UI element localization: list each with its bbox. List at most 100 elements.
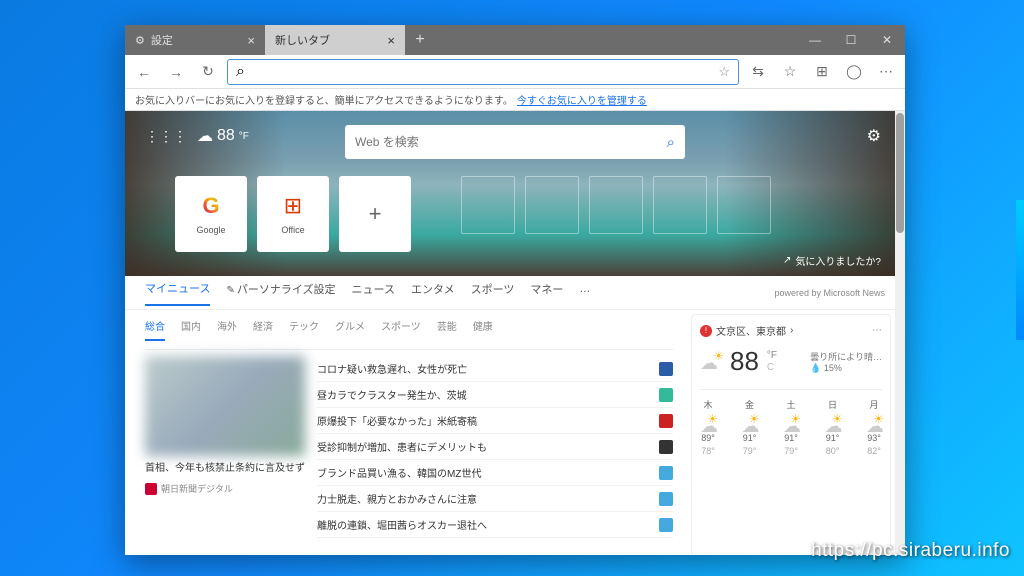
tile-empty[interactable] — [525, 176, 579, 234]
scrollbar[interactable] — [895, 111, 905, 555]
minimize-button[interactable]: — — [797, 25, 833, 55]
weather-temp: 88 — [730, 346, 759, 377]
nav-news[interactable]: ニュース — [352, 281, 395, 305]
browser-window: ⚙ 設定 × 新しいタブ × + — ☐ ✕ ← → ↻ ⌕ ☆ — [125, 25, 905, 555]
weather-card[interactable]: ! 文京区、東京都 › ⋯ 88 °FC 曇り所により晴… 💧 15% — [691, 314, 891, 555]
nav-more[interactable]: … — [579, 283, 590, 303]
app-launcher-icon[interactable]: ⋮⋮⋮ — [145, 128, 187, 145]
favbar-manage-link[interactable]: 今すぐお気に入りを管理する — [517, 92, 647, 107]
more-button[interactable]: ⋯ — [873, 59, 899, 85]
tile-empty[interactable] — [653, 176, 707, 234]
forecast-day[interactable]: 金91°79° — [742, 398, 758, 456]
watermark: https://pc.siraberu.info — [811, 540, 1010, 562]
hero-feedback[interactable]: ↗ 気に入りましたか? — [783, 253, 881, 268]
headline-item[interactable]: 原爆投下「必要なかった」米紙寄稿 — [317, 408, 673, 434]
forecast-day[interactable]: 木89°78° — [700, 398, 716, 456]
headline-item[interactable]: コロナ疑い救急遅れ、女性が死亡 — [317, 356, 673, 382]
subtab-health[interactable]: 健康 — [473, 318, 493, 341]
maximize-button[interactable]: ☐ — [833, 25, 869, 55]
subtab-entertainment[interactable]: 芸能 — [437, 318, 457, 341]
nav-personalize[interactable]: ✎パーソナライズ設定 — [226, 281, 335, 305]
collections-button[interactable]: ⊞ — [809, 59, 835, 85]
tile-label: Google — [196, 225, 225, 235]
headline-item[interactable]: 力士脱走、親方とおかみさんに注意 — [317, 486, 673, 512]
tile-empty[interactable] — [589, 176, 643, 234]
feedback-label: 気に入りましたか? — [795, 253, 881, 268]
forward-button[interactable]: → — [163, 59, 189, 85]
headline-item[interactable]: 受診抑制が増加、患者にデメリットも — [317, 434, 673, 460]
subtab-world[interactable]: 海外 — [217, 318, 237, 341]
subtab-tech[interactable]: テック — [289, 318, 319, 341]
weather-mini[interactable]: ☁ 88 °F — [197, 126, 249, 146]
headline-item[interactable]: ブランド品買い漁る、韓国のMZ世代 — [317, 460, 673, 486]
nav-sports[interactable]: スポーツ — [471, 281, 515, 305]
headline-text: 力士脱走、親方とおかみさんに注意 — [317, 491, 477, 506]
source-badge — [659, 492, 673, 506]
address-bar[interactable]: ⌕ ☆ — [227, 59, 739, 85]
partly-cloudy-icon — [700, 351, 722, 373]
weather-units[interactable]: °FC — [767, 350, 777, 374]
headline-item[interactable]: 昼カラでクラスター発生か、茨城 — [317, 382, 673, 408]
weather-location[interactable]: 文京区、東京都 — [716, 323, 786, 338]
tab-newtab[interactable]: 新しいタブ × — [265, 25, 405, 55]
tile-office[interactable]: ⊞ Office — [257, 176, 329, 252]
headline-text: ブランド品買い漁る、韓国のMZ世代 — [317, 465, 481, 480]
subtab-economy[interactable]: 経済 — [253, 318, 273, 341]
hero-temp: 88 — [217, 127, 235, 145]
web-search-input[interactable] — [355, 135, 667, 149]
headline-text: 原爆投下「必要なかった」米紙寄稿 — [317, 413, 477, 428]
source-badge — [659, 440, 673, 454]
close-button[interactable]: ✕ — [869, 25, 905, 55]
new-tab-button[interactable]: + — [405, 25, 435, 55]
favorites-button[interactable]: ☆ — [777, 59, 803, 85]
forecast-day[interactable]: 日91°80° — [825, 398, 841, 456]
office-icon: ⊞ — [284, 193, 302, 219]
nav-money[interactable]: マネー — [530, 281, 563, 305]
headline-item[interactable]: 離脱の連鎖、堀田茜らオスカー退社へ — [317, 512, 673, 538]
featured-story[interactable]: 首相、今年も核禁止条約に言及せず 朝日新聞デジタル — [145, 356, 305, 538]
tile-google[interactable]: G Google — [175, 176, 247, 252]
subtab-all[interactable]: 総合 — [145, 318, 165, 341]
profile-button[interactable]: ◯ — [841, 59, 867, 85]
featured-source: 朝日新聞デジタル — [145, 482, 305, 495]
refresh-button[interactable]: ↻ — [195, 59, 221, 85]
subtab-gourmet[interactable]: グルメ — [335, 318, 365, 341]
chevron-right-icon: › — [790, 325, 793, 336]
close-icon[interactable]: × — [247, 33, 255, 48]
favorite-icon[interactable]: ☆ — [718, 64, 730, 80]
plus-icon: + — [369, 201, 382, 227]
tile-empty[interactable] — [717, 176, 771, 234]
day-label: 木 — [703, 398, 712, 411]
hero-banner: ⋮⋮⋮ ☁ 88 °F ⚙ ⌕ G Google — [125, 111, 905, 276]
hero-unit: °F — [239, 131, 249, 142]
favorites-bar: お気に入りバーにお気に入りを登録すると、簡単にアクセスできるようになります。 今… — [125, 89, 905, 111]
close-icon[interactable]: × — [387, 33, 395, 48]
toolbar: ← → ↻ ⌕ ☆ ⇆ ☆ ⊞ ◯ ⋯ — [125, 55, 905, 89]
scroll-thumb[interactable] — [896, 113, 904, 233]
low-temp: 79° — [743, 446, 757, 456]
extensions-button[interactable]: ⇆ — [745, 59, 771, 85]
subtab-domestic[interactable]: 国内 — [181, 318, 201, 341]
tile-add[interactable]: + — [339, 176, 411, 252]
weather-now: 88 °FC 曇り所により晴… 💧 15% — [700, 346, 882, 377]
news-column: 総合 国内 海外 経済 テック グルメ スポーツ 芸能 健康 首相、今年も核禁止 — [145, 314, 673, 555]
address-input[interactable] — [251, 65, 712, 79]
page-settings-icon[interactable]: ⚙ — [867, 126, 881, 146]
tab-settings[interactable]: ⚙ 設定 × — [125, 25, 265, 55]
tile-empty[interactable] — [461, 176, 515, 234]
search-icon[interactable]: ⌕ — [667, 134, 675, 151]
tile-label: Office — [281, 225, 304, 235]
nav-entertainment[interactable]: エンタメ — [411, 281, 455, 305]
low-temp: 79° — [784, 446, 798, 456]
featured-image — [145, 356, 305, 456]
powered-by-label: powered by Microsoft News — [774, 288, 885, 298]
forecast-day[interactable]: 月93°82° — [866, 398, 882, 456]
low-temp: 78° — [701, 446, 715, 456]
more-icon[interactable]: ⋯ — [872, 325, 882, 336]
web-search-box[interactable]: ⌕ — [345, 125, 685, 159]
back-button[interactable]: ← — [131, 59, 157, 85]
subtab-sports[interactable]: スポーツ — [381, 318, 421, 341]
forecast-day[interactable]: 土91°79° — [783, 398, 799, 456]
partly-cloudy-icon — [700, 414, 716, 430]
nav-mynews[interactable]: マイニュース — [145, 280, 210, 306]
